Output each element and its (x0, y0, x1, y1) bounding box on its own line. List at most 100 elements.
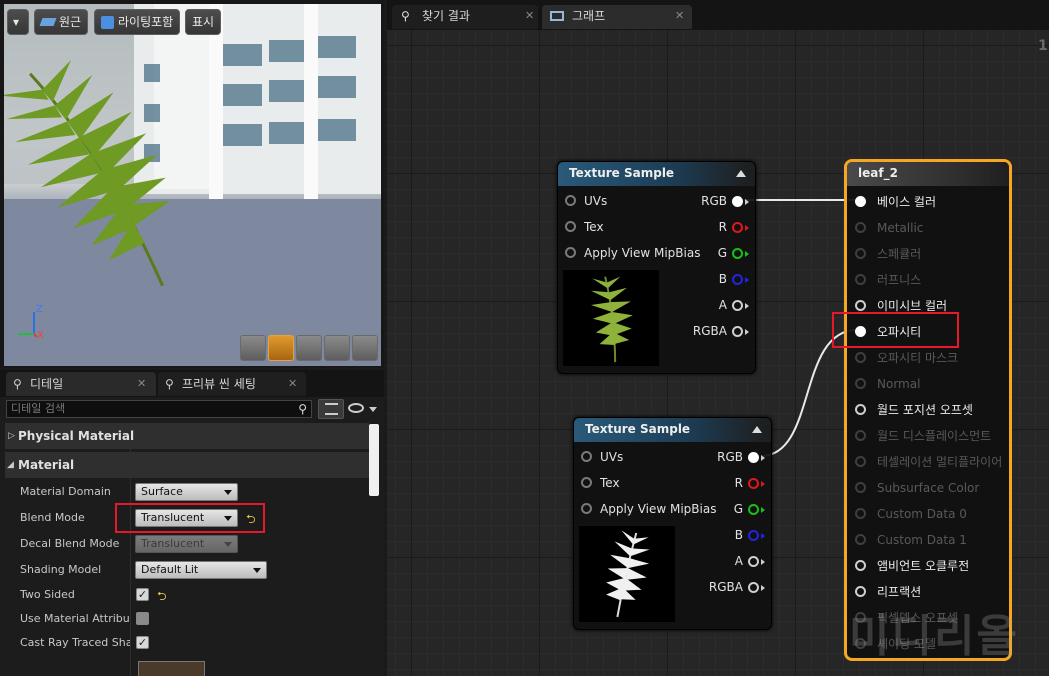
pin-tex[interactable]: Tex (565, 217, 604, 237)
preview-cube-button[interactable] (324, 335, 350, 361)
texture-sample-node[interactable]: Texture Sample UVs Tex Apply View MipBia… (557, 161, 756, 374)
details-scrollbar[interactable] (369, 424, 379, 496)
node-title[interactable]: Texture Sample (558, 162, 755, 186)
material-result-node[interactable]: leaf_2 베이스 컬러 Metallic 스페큘러 러프니스 이미시브 컬러… (844, 159, 1012, 661)
reset-to-default-icon[interactable]: ⮌ (157, 587, 167, 608)
pin-circle-icon[interactable] (748, 452, 759, 463)
preview-sphere-button[interactable] (268, 335, 294, 361)
viewport-menu-button[interactable]: ▾ (7, 9, 29, 35)
pin-custom-data-1[interactable]: Custom Data 1 (855, 530, 967, 550)
pin-r[interactable]: R (719, 217, 727, 237)
pin-circle-icon (855, 482, 866, 493)
details-panel: ⚲ 디테일 ✕ ⚲ 프리뷰 씬 세팅 ✕ 디테일 검색 ⚲ ▷ Physical… (0, 370, 384, 676)
details-search-input[interactable]: 디테일 검색 ⚲ (6, 400, 312, 418)
search-icon: ⚲ (401, 9, 410, 23)
show-button[interactable]: 표시 (185, 9, 222, 35)
lit-mode-button[interactable]: 라이팅포함 (94, 9, 181, 35)
tab-preview-scene-settings[interactable]: ⚲ 프리뷰 씬 세팅 ✕ (158, 372, 306, 396)
pin-circle-icon[interactable] (748, 504, 759, 515)
pin-label: B (734, 528, 743, 542)
pin-circle-icon[interactable] (732, 300, 743, 311)
pin-circle-icon[interactable] (732, 222, 743, 233)
preview-cylinder-button[interactable] (240, 335, 266, 361)
pin-circle-icon[interactable] (732, 196, 743, 207)
section-material[interactable]: ◢ Material (5, 452, 369, 478)
pin-rgba[interactable]: RGBA (693, 321, 727, 341)
pin-uvs[interactable]: UVs (565, 191, 607, 211)
tab-graph-label: 그래프 (572, 9, 606, 23)
dropdown-value: Surface (141, 485, 183, 498)
pin-uvs[interactable]: UVs (581, 447, 623, 467)
use-material-attributes-checkbox[interactable] (136, 612, 149, 625)
pin-subsurface-color[interactable]: Subsurface Color (855, 478, 979, 498)
pin-g[interactable]: G (718, 243, 727, 263)
collapse-icon[interactable] (736, 170, 746, 177)
node-title[interactable]: leaf_2 (847, 162, 1009, 186)
pin-circle-icon[interactable] (732, 326, 743, 337)
lit-mode-label: 라이팅포함 (118, 15, 174, 29)
pin-circle-icon (581, 503, 592, 514)
pin-arrow-icon (745, 277, 749, 283)
tab-find-results[interactable]: ⚲ 찾기 결과 ✕ (392, 5, 538, 29)
dropdown-value: Default Lit (141, 563, 199, 576)
pin-apply-view-mipbias[interactable]: Apply View MipBias (581, 499, 716, 519)
pin-apply-view-mipbias[interactable]: Apply View MipBias (565, 243, 700, 263)
pin-r[interactable]: R (735, 473, 743, 493)
pin-roughness[interactable]: 러프니스 (855, 270, 921, 290)
preview-mesh-button[interactable] (352, 335, 378, 361)
pin-rgba[interactable]: RGBA (709, 577, 743, 597)
color-swatch[interactable] (138, 661, 205, 676)
pin-b[interactable]: B (735, 525, 743, 545)
pin-arrow-icon (745, 329, 749, 335)
material-domain-dropdown[interactable]: Surface (135, 483, 238, 501)
tab-graph[interactable]: 그래프 ✕ (542, 5, 692, 29)
pin-circle-icon[interactable] (748, 556, 759, 567)
close-icon[interactable]: ✕ (137, 372, 146, 396)
property-matrix-button[interactable] (318, 399, 344, 419)
pin-g[interactable]: G (734, 499, 743, 519)
pin-specular[interactable]: 스페큘러 (855, 244, 921, 264)
pin-opacity-mask[interactable]: 오파시티 마스크 (855, 348, 958, 368)
node-title-text: leaf_2 (858, 166, 898, 180)
pin-base-color[interactable]: 베이스 컬러 (855, 192, 936, 212)
two-sided-checkbox[interactable]: ✓ (136, 588, 149, 601)
pin-b[interactable]: B (719, 269, 727, 289)
pin-circle-icon[interactable] (732, 248, 743, 259)
collapse-icon[interactable] (752, 426, 762, 433)
pin-rgb[interactable]: RGB (717, 447, 743, 467)
close-icon[interactable]: ✕ (288, 372, 297, 396)
preview-scene[interactable] (4, 4, 381, 366)
pin-ambient-occlusion[interactable]: 앰비언트 오클루전 (855, 556, 969, 576)
preview-plane-button[interactable] (296, 335, 322, 361)
preview-viewport[interactable]: ▾ 원근 라이팅포함 표시 Z X (0, 0, 384, 368)
expand-arrow-icon: ▷ (8, 431, 15, 441)
pin-circle-icon[interactable] (732, 274, 743, 285)
section-physical-material[interactable]: ▷ Physical Material (5, 423, 369, 449)
perspective-button[interactable]: 원근 (34, 9, 89, 35)
pin-metallic[interactable]: Metallic (855, 218, 923, 238)
pin-refraction[interactable]: 리프랙션 (855, 582, 921, 602)
pin-rgb[interactable]: RGB (701, 191, 727, 211)
pin-circle-icon[interactable] (748, 478, 759, 489)
material-graph-canvas[interactable]: 1 Texture Sample UVs Tex Apply View MipB… (387, 30, 1049, 676)
close-icon[interactable]: ✕ (675, 5, 684, 27)
pin-normal[interactable]: Normal (855, 374, 920, 394)
pin-a[interactable]: A (735, 551, 743, 571)
pin-tex[interactable]: Tex (581, 473, 620, 493)
close-icon[interactable]: ✕ (525, 5, 534, 27)
pin-world-displacement[interactable]: 월드 디스플레이스먼트 (855, 426, 991, 446)
pin-a[interactable]: A (719, 295, 727, 315)
shading-model-dropdown[interactable]: Default Lit (135, 561, 267, 579)
pin-world-position-offset[interactable]: 월드 포지션 오프셋 (855, 400, 973, 420)
pin-tessellation-multiplier[interactable]: 테셀레이션 멀티플라이어 (855, 452, 1002, 472)
perspective-icon (39, 18, 57, 26)
texture-sample-node[interactable]: Texture Sample UVs Tex Apply View MipBia… (573, 417, 772, 630)
visibility-options-button[interactable] (348, 400, 378, 418)
cast-ray-traced-shadows-checkbox[interactable]: ✓ (136, 636, 149, 649)
pin-custom-data-0[interactable]: Custom Data 0 (855, 504, 967, 524)
pin-circle-icon[interactable] (748, 530, 759, 541)
pin-circle-icon[interactable] (748, 582, 759, 593)
pin-label: RGBA (708, 580, 743, 594)
tab-details[interactable]: ⚲ 디테일 ✕ (6, 372, 156, 396)
node-title[interactable]: Texture Sample (574, 418, 771, 442)
